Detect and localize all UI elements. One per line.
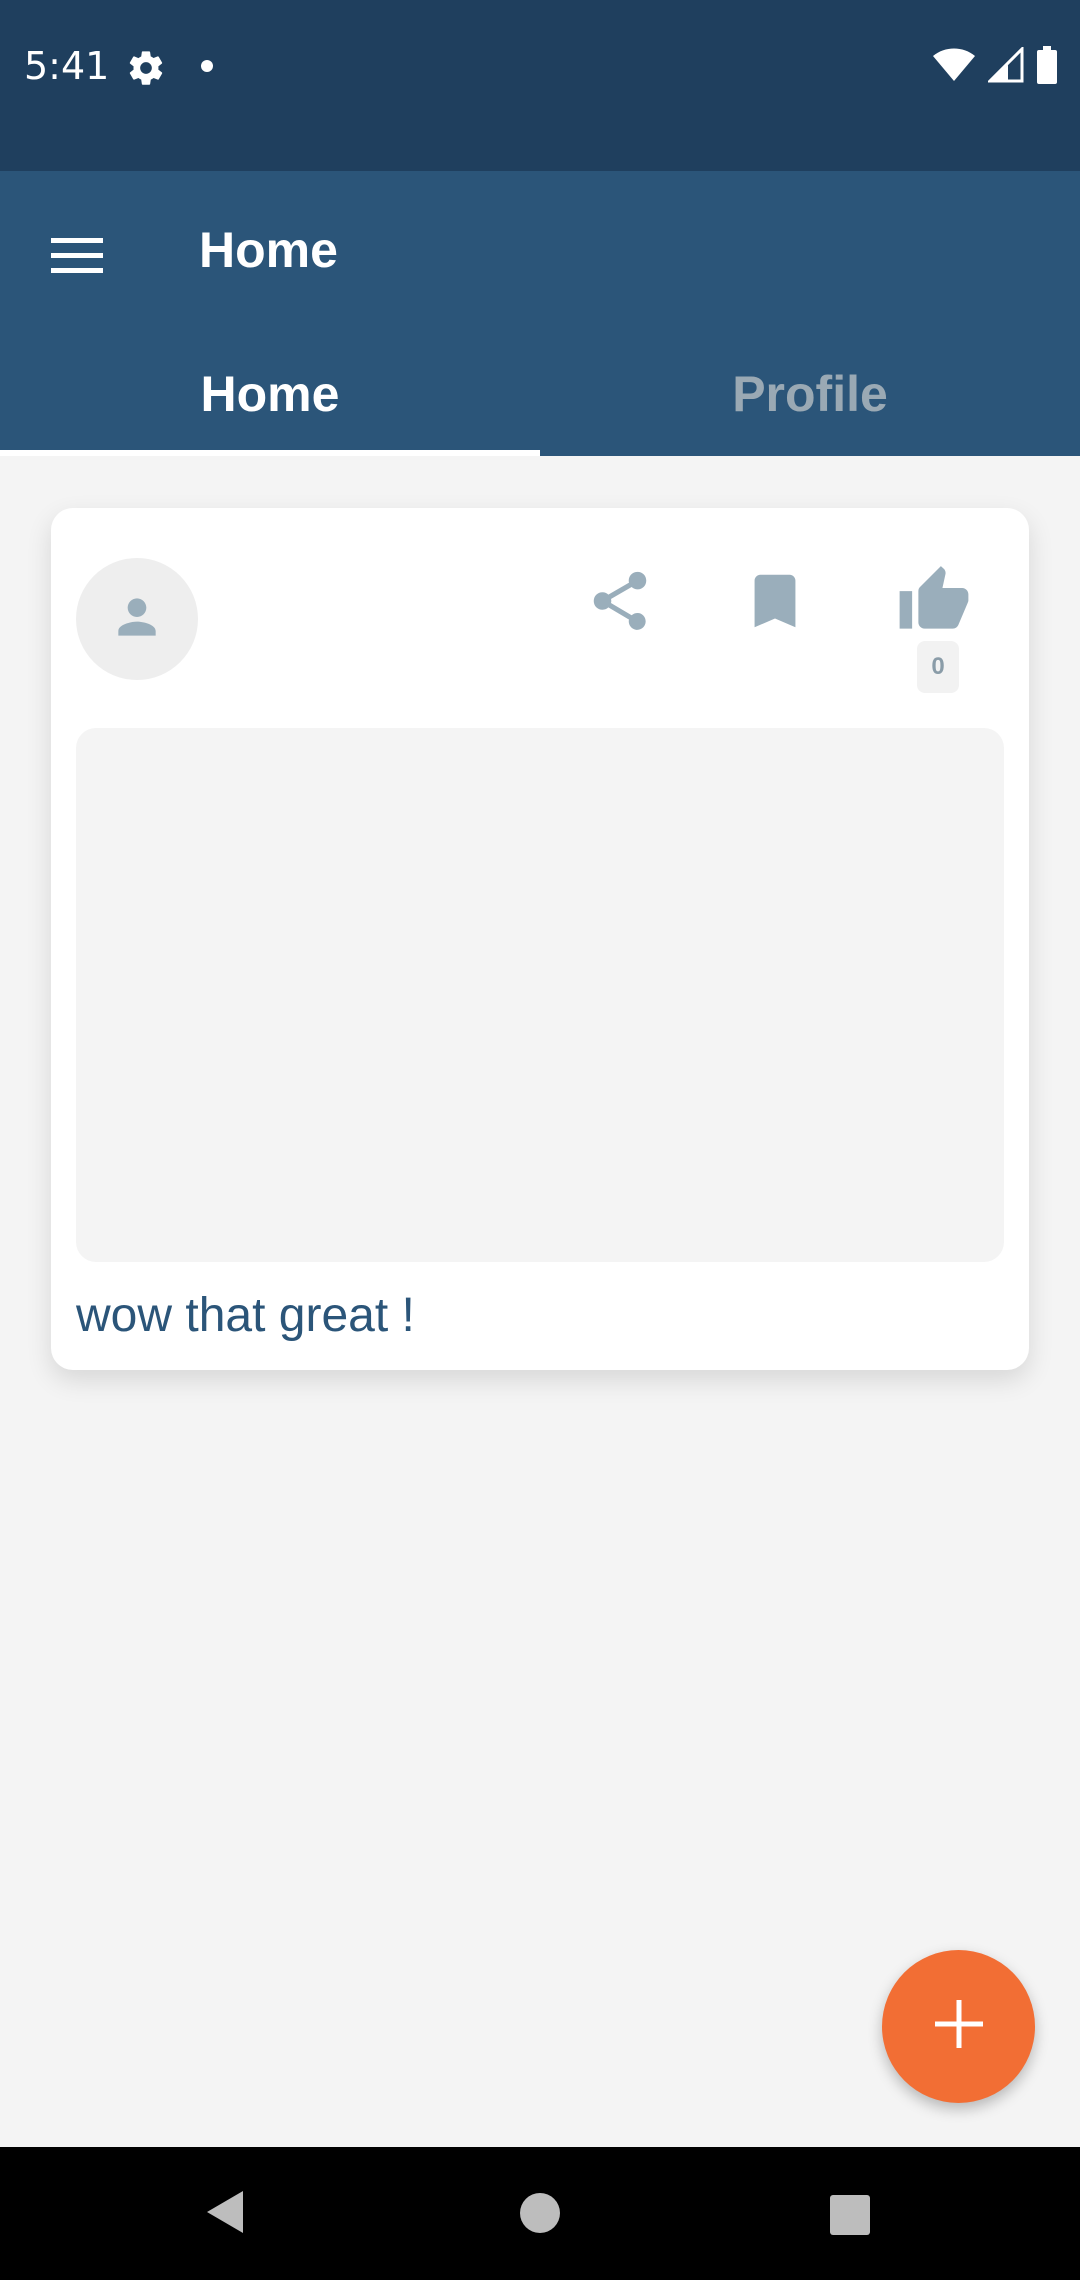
post-image-placeholder[interactable] [76,728,1004,1262]
status-bar: 5:41 [0,0,1080,171]
plus-icon [934,2000,983,2053]
system-nav-bar [0,2147,1080,2280]
tab-bar: Home Profile [0,331,1080,456]
menu-icon[interactable] [44,223,110,289]
wifi-icon [932,47,976,88]
notification-dot-icon [201,60,213,72]
like-count: 0 [917,641,959,693]
avatar[interactable] [76,558,198,680]
status-icons [932,44,1058,90]
tab-home-label: Home [200,365,340,422]
app-bar: Home Home Profile [0,171,1080,456]
page-title: Home [199,222,338,278]
thumbs-up-icon[interactable] [894,563,974,638]
tab-indicator [0,450,540,456]
share-icon[interactable] [585,566,655,636]
bookmark-icon[interactable] [740,566,810,636]
status-time: 5:41 [24,44,110,88]
signal-icon [986,44,1024,88]
person-icon [109,589,165,650]
tab-profile[interactable]: Profile [540,331,1080,456]
post-card[interactable]: 0 wow that great ! [51,508,1029,1370]
recents-icon[interactable] [830,2195,870,2235]
tab-home[interactable]: Home [0,331,540,456]
battery-icon [1036,45,1058,89]
post-text: wow that great ! [76,1289,415,1342]
tab-profile-label: Profile [732,365,888,422]
back-icon[interactable] [205,2189,245,2240]
home-icon[interactable] [520,2193,560,2233]
add-post-button[interactable] [882,1950,1035,2103]
gear-icon [126,48,166,88]
